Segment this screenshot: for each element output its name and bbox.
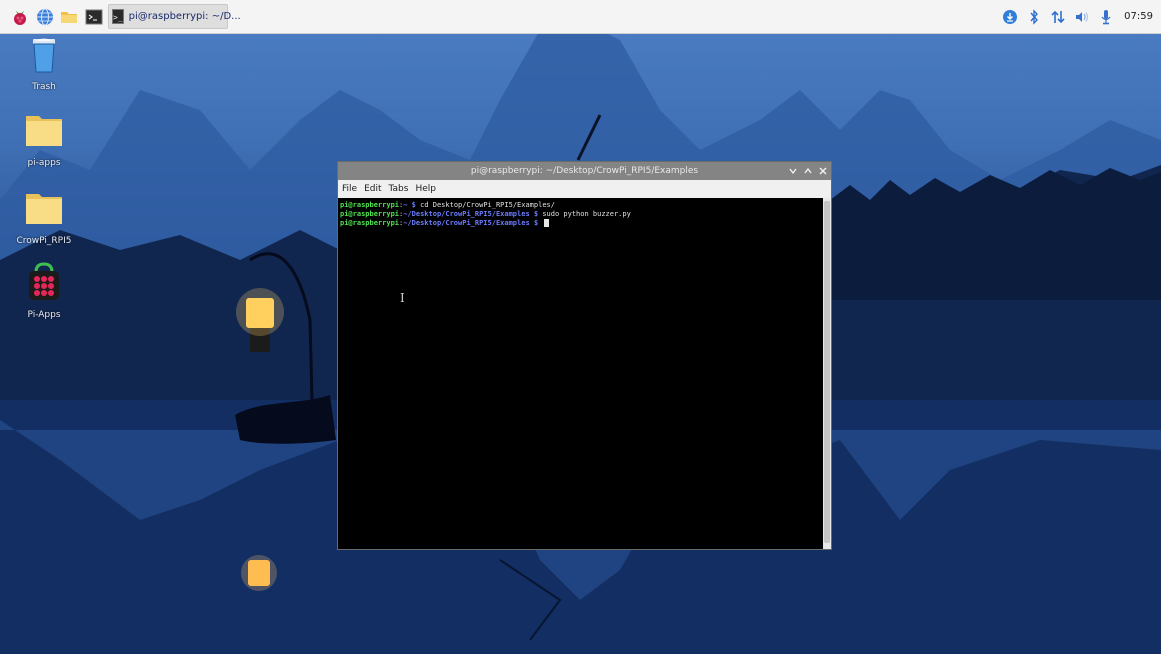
terminal-task-button[interactable]: >_ pi@raspberrypi: ~/D...	[108, 4, 241, 29]
menu-help[interactable]: Help	[415, 184, 436, 194]
desktop-icon-pi-apps-app[interactable]: Pi-Apps	[4, 262, 84, 320]
microphone-icon[interactable]	[1098, 9, 1114, 25]
pi-apps-icon	[29, 262, 59, 300]
window-titlebar[interactable]: pi@raspberrypi: ~/Desktop/CrowPi_RPI5/Ex…	[338, 162, 831, 180]
terminal-task-icon: >_	[112, 9, 124, 24]
desktop-icon-trash[interactable]: Trash	[4, 34, 84, 92]
terminal-line: pi@raspberrypi:~/Desktop/CrowPi_RPI5/Exa…	[340, 210, 825, 219]
terminal-window[interactable]: pi@raspberrypi: ~/Desktop/CrowPi_RPI5/Ex…	[337, 161, 832, 550]
folder-icon	[26, 194, 62, 224]
volume-icon[interactable]	[1074, 9, 1090, 25]
prompt-user: pi@raspberrypi	[340, 201, 400, 209]
menu-edit[interactable]: Edit	[364, 184, 381, 194]
taskbar: >_ pi@raspberrypi: ~/D... 07:59	[0, 0, 1161, 34]
network-icon[interactable]	[1050, 9, 1066, 25]
prompt-user: pi@raspberrypi	[340, 219, 400, 227]
terminal-menubar: File Edit Tabs Help	[338, 180, 831, 198]
folder-icon[interactable]	[60, 8, 78, 26]
menu-tabs[interactable]: Tabs	[389, 184, 409, 194]
terminal-icon[interactable]	[85, 8, 103, 26]
raspberry-icon[interactable]	[11, 8, 29, 26]
folder-icon	[26, 116, 62, 146]
trash-icon	[33, 38, 55, 73]
terminal-line: pi@raspberrypi:~ $ cd Desktop/CrowPi_RPI…	[340, 201, 825, 210]
desktop-icon-crowpi-folder[interactable]: CrowPi_RPI5	[4, 188, 84, 246]
close-icon[interactable]	[819, 167, 827, 175]
desktop-icon-pi-apps-folder[interactable]: pi-apps	[4, 110, 84, 168]
desktop-icon-label: Trash	[32, 82, 56, 92]
prompt-path: ~/Desktop/CrowPi_RPI5/Examples	[403, 219, 530, 227]
prompt-symbol: $	[529, 219, 539, 227]
update-icon[interactable]	[1002, 9, 1018, 25]
minimize-icon[interactable]	[789, 167, 797, 175]
prompt-symbol: $	[407, 201, 416, 209]
desktop-icon-label: pi-apps	[27, 158, 61, 168]
clock[interactable]: 07:59	[1124, 11, 1153, 22]
terminal-output[interactable]: pi@raspberrypi:~ $ cd Desktop/CrowPi_RPI…	[338, 198, 825, 549]
mouse-text-cursor: I	[400, 291, 405, 305]
command-text: cd Desktop/CrowPi_RPI5/Examples/	[415, 201, 555, 209]
globe-icon[interactable]	[36, 8, 54, 26]
menu-file[interactable]: File	[342, 184, 357, 194]
maximize-icon[interactable]	[804, 167, 812, 175]
window-controls	[789, 162, 827, 180]
terminal-line: pi@raspberrypi:~/Desktop/CrowPi_RPI5/Exa…	[340, 219, 825, 228]
scrollbar-thumb[interactable]	[824, 201, 830, 543]
window-title: pi@raspberrypi: ~/Desktop/CrowPi_RPI5/Ex…	[470, 166, 699, 176]
desktop-icon-label: CrowPi_RPI5	[16, 236, 72, 246]
prompt-user: pi@raspberrypi	[340, 210, 400, 218]
prompt-path: ~/Desktop/CrowPi_RPI5/Examples	[403, 210, 530, 218]
command-text: sudo python buzzer.py	[538, 210, 631, 218]
terminal-cursor	[544, 219, 550, 227]
system-tray: 07:59	[1002, 0, 1153, 33]
terminal-scrollbar[interactable]	[823, 198, 831, 549]
bluetooth-icon[interactable]	[1026, 8, 1042, 25]
prompt-symbol: $	[529, 210, 539, 218]
task-label: pi@raspberrypi: ~/D...	[128, 11, 241, 22]
command-text	[538, 219, 542, 227]
desktop-icon-label: Pi-Apps	[27, 310, 61, 320]
